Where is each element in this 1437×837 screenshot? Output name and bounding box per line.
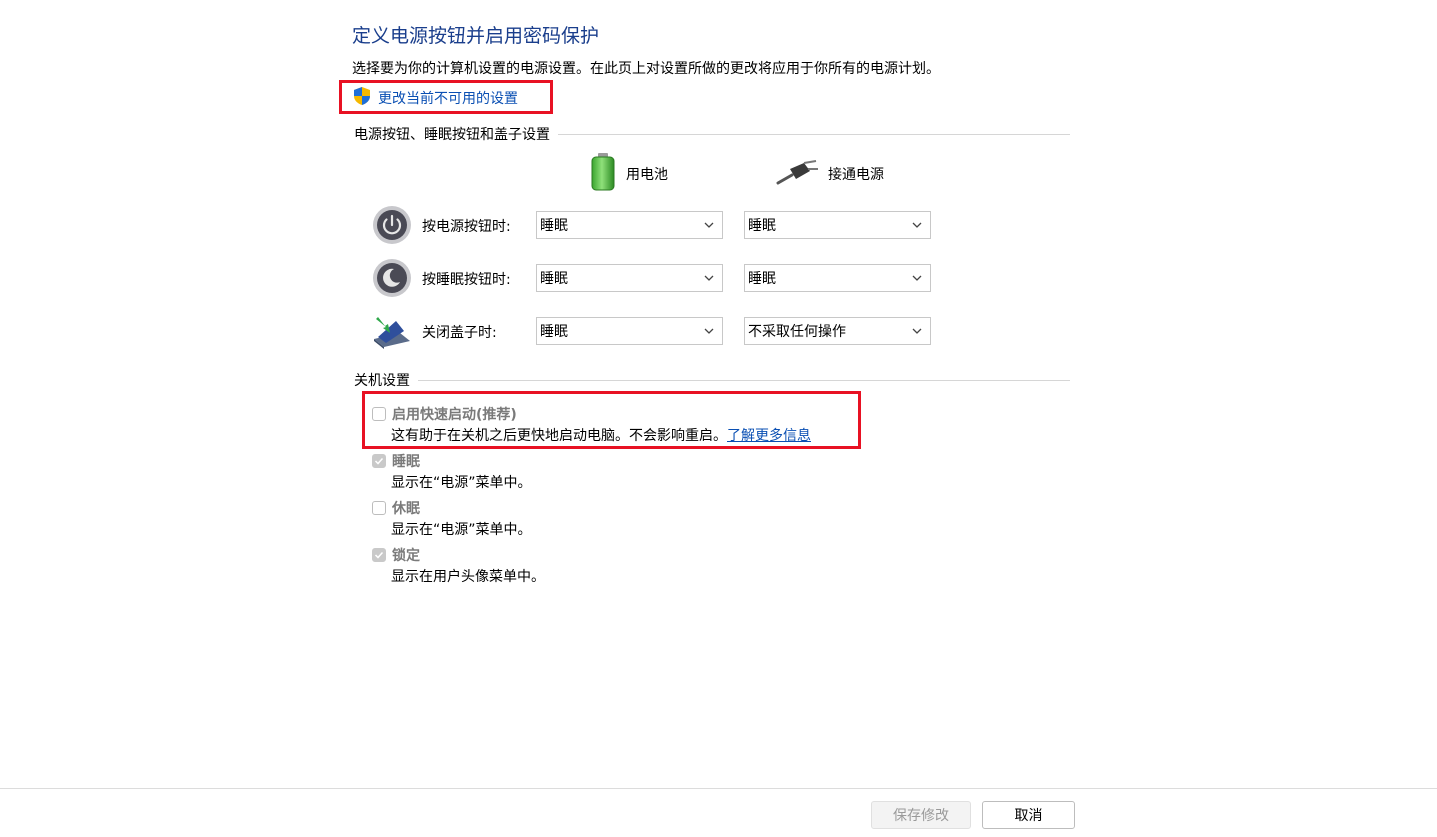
chevron-down-icon (912, 328, 922, 334)
sleep-checkbox[interactable] (372, 454, 386, 468)
lock-option[interactable]: 锁定 (372, 545, 420, 565)
battery-column-header: 用电池 (588, 152, 668, 196)
fast-startup-description: 这有助于在关机之后更快地启动电脑。不会影响重启。了解更多信息 (391, 428, 811, 444)
uac-shield-icon (352, 86, 372, 110)
section-divider (558, 133, 1070, 135)
lid-plugged-select[interactable]: 不采取任何操作 (744, 317, 931, 345)
page-title: 定义电源按钮并启用密码保护 (352, 25, 600, 47)
plugged-column-header: 接通电源 (776, 157, 884, 191)
lock-checkbox[interactable] (372, 548, 386, 562)
power-button-battery-select[interactable]: 睡眠 (536, 211, 723, 239)
chevron-down-icon (912, 222, 922, 228)
laptop-lid-icon (370, 311, 410, 351)
hibernate-description: 显示在“电源”菜单中。 (391, 522, 532, 538)
section-divider (418, 379, 1070, 381)
checkmark-icon (374, 551, 384, 559)
fast-startup-option[interactable]: 启用快速启动(推荐) (372, 404, 517, 424)
row-label-lid: 关闭盖子时: (422, 325, 497, 341)
fast-startup-checkbox[interactable] (372, 407, 386, 421)
learn-more-link[interactable]: 了解更多信息 (727, 428, 811, 444)
hibernate-option[interactable]: 休眠 (372, 498, 420, 518)
chevron-down-icon (704, 275, 714, 281)
lid-battery-select[interactable]: 睡眠 (536, 317, 723, 345)
lock-description: 显示在用户头像菜单中。 (391, 569, 545, 585)
chevron-down-icon (704, 222, 714, 228)
sleep-button-battery-select[interactable]: 睡眠 (536, 264, 723, 292)
plugged-column-label: 接通电源 (828, 167, 884, 183)
cancel-button[interactable]: 取消 (982, 801, 1075, 829)
footer-divider (0, 788, 1437, 789)
lock-label: 锁定 (392, 548, 420, 564)
fast-startup-label: 启用快速启动(推荐) (392, 407, 517, 423)
change-settings-label: 更改当前不可用的设置 (378, 91, 518, 107)
hibernate-checkbox[interactable] (372, 501, 386, 515)
row-label-power-button: 按电源按钮时: (422, 219, 511, 235)
power-button-plugged-select[interactable]: 睡眠 (744, 211, 931, 239)
change-settings-link[interactable]: 更改当前不可用的设置 (352, 86, 518, 110)
hibernate-label: 休眠 (392, 501, 420, 517)
page-description: 选择要为你的计算机设置的电源设置。在此页上对设置所做的更改将应用于你所有的电源计… (352, 61, 940, 77)
battery-column-label: 用电池 (626, 167, 668, 183)
shutdown-section-heading: 关机设置 (354, 370, 1070, 390)
power-plug-icon (776, 157, 820, 191)
sleep-button-plugged-select[interactable]: 睡眠 (744, 264, 931, 292)
sleep-label: 睡眠 (392, 454, 420, 470)
sleep-button-icon (372, 258, 412, 298)
battery-icon (588, 152, 618, 196)
row-label-sleep-button: 按睡眠按钮时: (422, 272, 511, 288)
sleep-option[interactable]: 睡眠 (372, 451, 420, 471)
sleep-description: 显示在“电源”菜单中。 (391, 475, 532, 491)
chevron-down-icon (704, 328, 714, 334)
power-button-icon (372, 205, 412, 245)
power-section-heading: 电源按钮、睡眠按钮和盖子设置 (354, 124, 1070, 144)
chevron-down-icon (912, 275, 922, 281)
save-button[interactable]: 保存修改 (871, 801, 971, 829)
checkmark-icon (374, 457, 384, 465)
